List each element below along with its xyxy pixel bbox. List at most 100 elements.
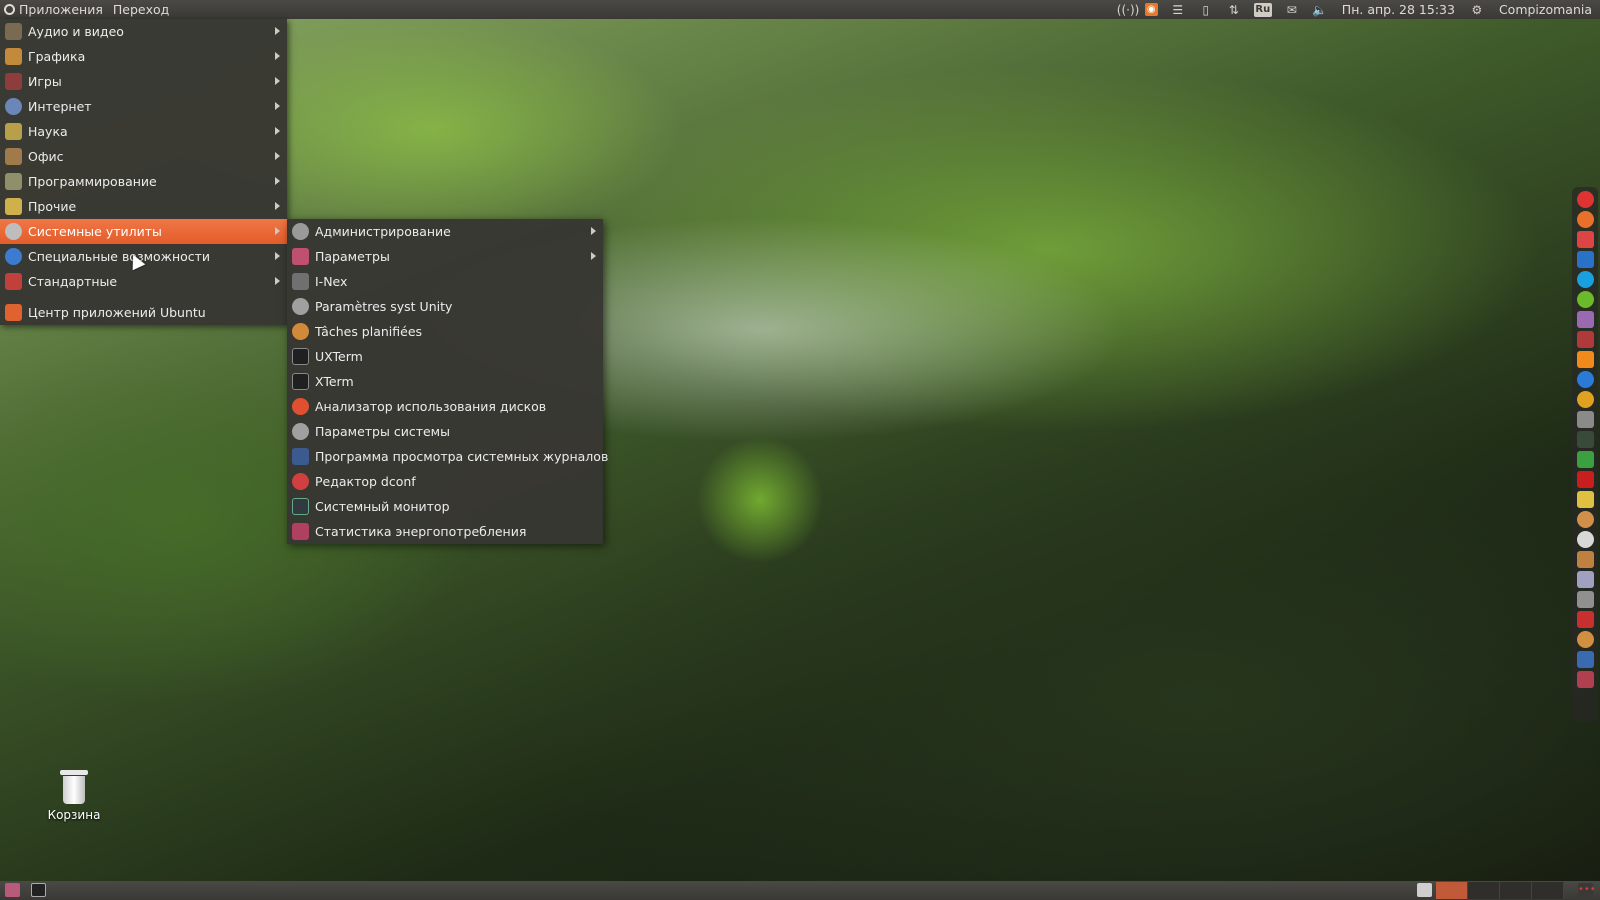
monitor-icon[interactable]	[1576, 431, 1594, 448]
cube-icon[interactable]	[1576, 331, 1594, 348]
ubuntu-one-icon[interactable]	[1576, 391, 1594, 408]
webcam-icon[interactable]	[1576, 651, 1594, 668]
show-desktop-icon[interactable]	[5, 883, 20, 897]
top-panel: Приложения Переход ((·)) ◉ ☰ ▯ ⇅ Ru ✉ 🔈 …	[0, 0, 1600, 19]
desktop-trash[interactable]: Корзина	[40, 770, 108, 822]
mail-icon[interactable]: ✉	[1284, 3, 1300, 17]
clock-icon[interactable]	[1576, 631, 1594, 648]
workspace-1[interactable]	[1436, 882, 1468, 899]
vlc-icon[interactable]	[1576, 351, 1594, 368]
clipboard-icon[interactable]: ▯	[1198, 3, 1214, 17]
places-menu-button[interactable]: Переход	[109, 0, 175, 19]
submenu-arrow-icon	[275, 102, 280, 110]
clock[interactable]: Пн. апр. 28 15:33	[1334, 2, 1463, 17]
workspace-3[interactable]	[1500, 882, 1532, 899]
volume-icon[interactable]: 🔈	[1312, 3, 1328, 17]
submenu-item-label: Параметры системы	[315, 424, 450, 439]
submenu-item-unity-settings[interactable]: Paramètres syst Unity	[287, 294, 603, 319]
submenu-item-administration[interactable]: Администрирование	[287, 219, 603, 244]
menu-item-games[interactable]: Игры	[0, 69, 287, 94]
uxterm-icon	[292, 348, 309, 365]
applications-menu-button[interactable]: Приложения	[0, 0, 109, 19]
player-icon[interactable]	[1576, 371, 1594, 388]
submenu-arrow-icon	[275, 152, 280, 160]
scheduled-tasks-icon	[292, 323, 309, 340]
firefox-icon[interactable]	[1576, 211, 1594, 228]
indicator-area: ((·)) ◉ ☰ ▯ ⇅ Ru ✉ 🔈 Пн. апр. 28 15:33 ⚙…	[1111, 0, 1600, 19]
submenu-item-dconf-editor[interactable]: Редактор dconf	[287, 469, 603, 494]
disk-usage-icon	[292, 398, 309, 415]
inex-icon	[292, 273, 309, 290]
package-icon[interactable]	[1576, 551, 1594, 568]
menu-item-internet[interactable]: Интернет	[0, 94, 287, 119]
character-icon[interactable]	[1576, 491, 1594, 508]
sync-icon[interactable]	[1576, 451, 1594, 468]
programming-icon	[5, 173, 22, 190]
submenu-item-label: Статистика энергопотребления	[315, 524, 527, 539]
menu-item-other[interactable]: Прочие	[0, 194, 287, 219]
terminal-icon[interactable]	[31, 883, 46, 897]
submenu-item-system-monitor[interactable]: Системный монитор	[287, 494, 603, 519]
menu-item-programming[interactable]: Программирование	[0, 169, 287, 194]
administration-icon	[292, 223, 309, 240]
submenu-item-system-settings[interactable]: Параметры системы	[287, 419, 603, 444]
submenu-item-preferences[interactable]: Параметры	[287, 244, 603, 269]
submenu-item-label: UXTerm	[315, 349, 363, 364]
submenu-item-power-statistics[interactable]: Статистика энергопотребления	[287, 519, 603, 544]
dconf-editor-icon	[292, 473, 309, 490]
menu-item-graphics[interactable]: Графика	[0, 44, 287, 69]
tools-icon[interactable]	[1576, 511, 1594, 528]
notes-icon[interactable]: ☰	[1170, 3, 1186, 17]
camera-icon[interactable]	[1576, 591, 1594, 608]
ubuntu-logo-icon	[4, 4, 15, 15]
rss-icon[interactable]: ◉	[1144, 3, 1158, 16]
user-name[interactable]: Compizomania	[1491, 2, 1600, 17]
image-icon[interactable]	[1576, 571, 1594, 588]
keyboard-layout-icon[interactable]: Ru	[1253, 2, 1272, 17]
network-icon[interactable]: ((·))	[1117, 3, 1140, 17]
gear-icon[interactable]: ⚙	[1469, 3, 1485, 17]
submenu-item-log-viewer[interactable]: Программа просмотра системных журналов	[287, 444, 608, 469]
workspace-2[interactable]	[1468, 882, 1500, 899]
window-icon[interactable]	[1576, 411, 1594, 428]
trash-applet-icon[interactable]	[1417, 883, 1432, 897]
menu-item-label: Игры	[28, 74, 62, 89]
submenu-item-label: Системный монитор	[315, 499, 450, 514]
submenu-item-xterm[interactable]: XTerm	[287, 369, 603, 394]
workspace-4[interactable]	[1532, 882, 1564, 899]
submenu-item-scheduled-tasks[interactable]: Tâches planifiées	[287, 319, 603, 344]
menu-item-label: Интернет	[28, 99, 92, 114]
menu-item-software-center[interactable]: Центр приложений Ubuntu	[0, 300, 287, 325]
menu-item-accessibility[interactable]: Специальные возможности	[0, 244, 287, 269]
submenu-arrow-icon	[275, 77, 280, 85]
spotify-icon[interactable]	[1576, 291, 1594, 308]
menu-item-system-tools[interactable]: Системные утилиты	[0, 219, 287, 244]
filezilla-icon[interactable]	[1576, 471, 1594, 488]
accessories-icon	[5, 273, 22, 290]
indicator-dots-icon[interactable]: •••	[1578, 883, 1596, 897]
menu-item-label: Программирование	[28, 174, 157, 189]
submenu-arrow-icon	[591, 252, 596, 260]
skype-icon[interactable]	[1576, 271, 1594, 288]
menu-item-science[interactable]: Наука	[0, 119, 287, 144]
gmail-icon[interactable]	[1576, 231, 1594, 248]
calendar-icon[interactable]	[1576, 611, 1594, 628]
system-tools-submenu: Администрирование Параметры I-Nex Paramè…	[287, 219, 608, 544]
menu-item-label: Наука	[28, 124, 68, 139]
deezer-icon[interactable]	[1576, 311, 1594, 328]
xterm-icon	[292, 373, 309, 390]
internet-icon	[5, 98, 22, 115]
submenu-item-disk-usage[interactable]: Анализатор использования дисков	[287, 394, 603, 419]
close-icon[interactable]	[1576, 191, 1594, 208]
outlook-icon[interactable]	[1576, 251, 1594, 268]
places-menu-label: Переход	[112, 2, 170, 17]
menu-item-audio-video[interactable]: Аудио и видео	[0, 19, 287, 44]
submenu-item-uxterm[interactable]: UXTerm	[287, 344, 603, 369]
app-icon[interactable]	[1576, 671, 1594, 688]
submenu-item-inex[interactable]: I-Nex	[287, 269, 603, 294]
menu-item-accessories[interactable]: Стандартные	[0, 269, 287, 294]
menu-item-office[interactable]: Офис	[0, 144, 287, 169]
graphics-icon	[5, 48, 22, 65]
disc-icon[interactable]	[1576, 531, 1594, 548]
transfer-icon[interactable]: ⇅	[1226, 3, 1242, 17]
